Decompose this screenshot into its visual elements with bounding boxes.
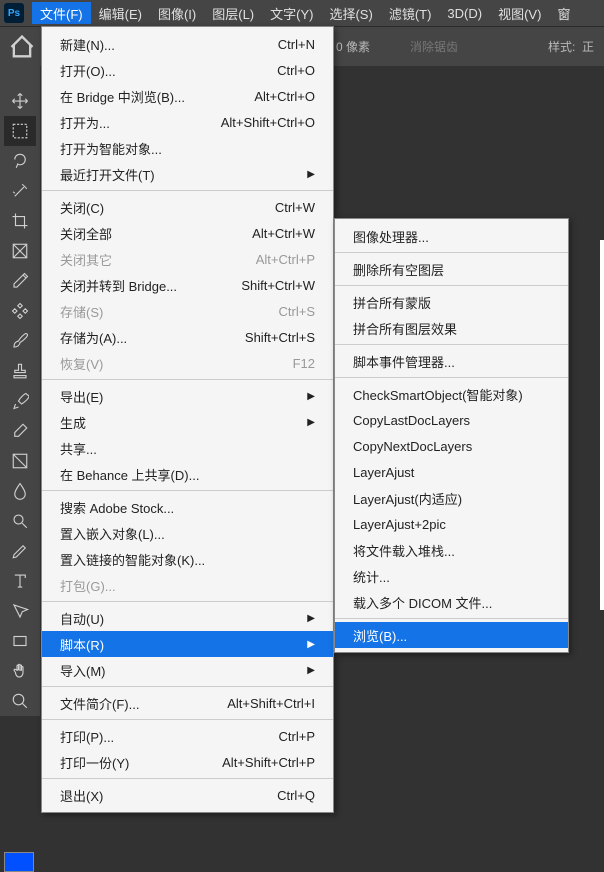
- file-menu-item[interactable]: 自动(U)▶: [42, 605, 333, 631]
- tool-wand[interactable]: [4, 176, 36, 206]
- file-menu-item[interactable]: 共享...: [42, 435, 333, 461]
- opt-style: 样式: 正: [548, 38, 594, 55]
- menu-1[interactable]: 编辑(E): [91, 2, 150, 24]
- file-menu-item[interactable]: 置入链接的智能对象(K)...: [42, 546, 333, 572]
- file-menu-item[interactable]: 退出(X)Ctrl+Q: [42, 782, 333, 808]
- tool-crop[interactable]: [4, 206, 36, 236]
- tool-blur[interactable]: [4, 476, 36, 506]
- scripts-menu-item[interactable]: 浏览(B)...: [335, 622, 568, 648]
- menu-0[interactable]: 文件(F): [32, 2, 91, 24]
- foreground-color-swatch[interactable]: [4, 852, 34, 872]
- scripts-menu-item[interactable]: CopyLastDocLayers: [335, 407, 568, 433]
- opt-pixels: 0 像素: [336, 38, 370, 55]
- file-menu-item[interactable]: 置入嵌入对象(L)...: [42, 520, 333, 546]
- tool-type[interactable]: [4, 566, 36, 596]
- file-menu-item[interactable]: 打开(O)...Ctrl+O: [42, 57, 333, 83]
- tool-rect[interactable]: [4, 626, 36, 656]
- opt-antialias: 消除锯齿: [410, 38, 458, 55]
- file-menu-item[interactable]: 打开为...Alt+Shift+Ctrl+O: [42, 109, 333, 135]
- tool-move[interactable]: [4, 86, 36, 116]
- scripts-menu-item[interactable]: 载入多个 DICOM 文件...: [335, 589, 568, 615]
- file-menu-item[interactable]: 打印(P)...Ctrl+P: [42, 723, 333, 749]
- ps-logo: Ps: [4, 3, 24, 23]
- file-menu-item[interactable]: 最近打开文件(T)▶: [42, 161, 333, 187]
- file-menu-item[interactable]: 存储为(A)...Shift+Ctrl+S: [42, 324, 333, 350]
- tool-heal[interactable]: [4, 296, 36, 326]
- tool-gradient[interactable]: [4, 446, 36, 476]
- file-menu-item: 存储(S)Ctrl+S: [42, 298, 333, 324]
- file-menu-item: 打包(G)...: [42, 572, 333, 598]
- scripts-menu-item[interactable]: LayerAjust: [335, 459, 568, 485]
- scripts-menu-item[interactable]: 拼合所有图层效果: [335, 315, 568, 341]
- file-menu: 新建(N)...Ctrl+N打开(O)...Ctrl+O在 Bridge 中浏览…: [41, 26, 334, 813]
- scripts-menu-item[interactable]: CheckSmartObject(智能对象): [335, 381, 568, 407]
- menu-6[interactable]: 滤镜(T): [381, 2, 440, 24]
- menu-3[interactable]: 图层(L): [204, 2, 262, 24]
- tool-marquee[interactable]: [4, 116, 36, 146]
- tool-path[interactable]: [4, 596, 36, 626]
- menubar: Ps 文件(F)编辑(E)图像(I)图层(L)文字(Y)选择(S)滤镜(T)3D…: [0, 0, 604, 26]
- menu-4[interactable]: 文字(Y): [262, 2, 321, 24]
- tool-brush[interactable]: [4, 326, 36, 356]
- scripts-menu-item[interactable]: 脚本事件管理器...: [335, 348, 568, 374]
- scripts-menu-item[interactable]: 统计...: [335, 563, 568, 589]
- tool-frame[interactable]: [4, 236, 36, 266]
- file-menu-item[interactable]: 导出(E)▶: [42, 383, 333, 409]
- tool-stamp[interactable]: [4, 356, 36, 386]
- menu-2[interactable]: 图像(I): [150, 2, 204, 24]
- scripts-menu-item[interactable]: 图像处理器...: [335, 223, 568, 249]
- file-menu-item[interactable]: 生成▶: [42, 409, 333, 435]
- tool-hand[interactable]: [4, 656, 36, 686]
- file-menu-item[interactable]: 关闭全部Alt+Ctrl+W: [42, 220, 333, 246]
- file-menu-item: 关闭其它Alt+Ctrl+P: [42, 246, 333, 272]
- tool-zoom[interactable]: [4, 686, 36, 716]
- scripts-menu-item[interactable]: 拼合所有蒙版: [335, 289, 568, 315]
- scripts-menu-item[interactable]: LayerAjust(内适应): [335, 485, 568, 511]
- menu-8[interactable]: 视图(V): [490, 2, 549, 24]
- scripts-menu-item[interactable]: LayerAjust+2pic: [335, 511, 568, 537]
- file-menu-item[interactable]: 在 Bridge 中浏览(B)...Alt+Ctrl+O: [42, 83, 333, 109]
- menu-7[interactable]: 3D(D): [439, 2, 490, 24]
- file-menu-item[interactable]: 关闭并转到 Bridge...Shift+Ctrl+W: [42, 272, 333, 298]
- file-menu-item[interactable]: 关闭(C)Ctrl+W: [42, 194, 333, 220]
- toolbar: [0, 66, 40, 716]
- tool-pen[interactable]: [4, 536, 36, 566]
- file-menu-item[interactable]: 打开为智能对象...: [42, 135, 333, 161]
- menu-5[interactable]: 选择(S): [321, 2, 380, 24]
- menu-9[interactable]: 窗: [549, 2, 578, 24]
- scripts-menu-item[interactable]: CopyNextDocLayers: [335, 433, 568, 459]
- tool-eraser[interactable]: [4, 416, 36, 446]
- file-menu-item[interactable]: 打印一份(Y)Alt+Shift+Ctrl+P: [42, 749, 333, 775]
- file-menu-item[interactable]: 导入(M)▶: [42, 657, 333, 683]
- scripts-submenu: 图像处理器... 删除所有空图层拼合所有蒙版拼合所有图层效果脚本事件管理器... C…: [334, 218, 569, 653]
- tool-eyedropper[interactable]: [4, 266, 36, 296]
- file-menu-item[interactable]: 搜索 Adobe Stock...: [42, 494, 333, 520]
- tool-lasso[interactable]: [4, 146, 36, 176]
- file-menu-item[interactable]: 新建(N)...Ctrl+N: [42, 31, 333, 57]
- tool-dodge[interactable]: [4, 506, 36, 536]
- file-menu-item[interactable]: 脚本(R)▶: [42, 631, 333, 657]
- canvas-edge: [600, 240, 604, 610]
- file-menu-item: 恢复(V)F12: [42, 350, 333, 376]
- scripts-menu-item[interactable]: 删除所有空图层: [335, 256, 568, 282]
- home-icon[interactable]: [8, 33, 36, 61]
- file-menu-item[interactable]: 文件简介(F)...Alt+Shift+Ctrl+I: [42, 690, 333, 716]
- file-menu-item[interactable]: 在 Behance 上共享(D)...: [42, 461, 333, 487]
- scripts-menu-item[interactable]: 将文件载入堆栈...: [335, 537, 568, 563]
- tool-history[interactable]: [4, 386, 36, 416]
